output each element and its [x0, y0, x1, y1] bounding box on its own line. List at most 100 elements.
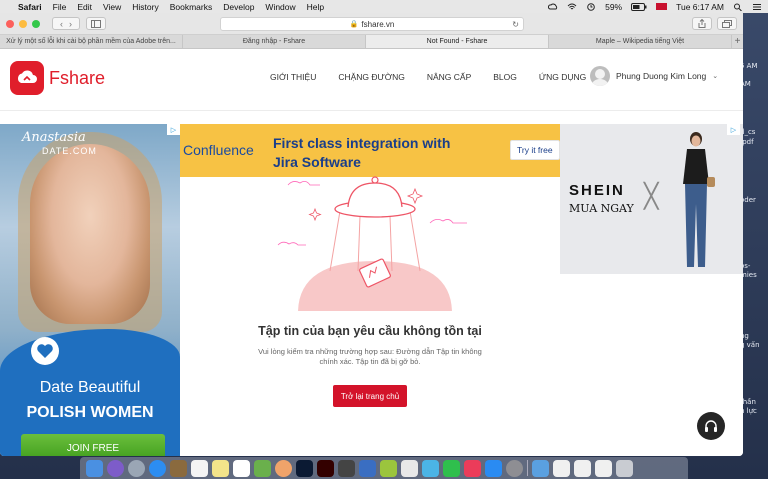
desktop-file-label[interactable]: os- — [740, 262, 766, 270]
premiere-icon[interactable] — [338, 459, 355, 477]
dock — [80, 457, 688, 479]
desktop-file-label[interactable]: d_cs — [740, 128, 766, 136]
menu-clock[interactable]: Tue 6:17 AM — [676, 2, 724, 12]
adchoices-icon[interactable]: ▷ — [727, 124, 740, 135]
back-forward-buttons[interactable]: ‹ › — [52, 17, 80, 30]
calendar-icon[interactable] — [191, 459, 208, 477]
photoshop-icon[interactable] — [296, 459, 313, 477]
back-home-button[interactable]: Trở lại trang chủ — [333, 385, 407, 407]
system-preferences-icon[interactable] — [506, 459, 523, 477]
desktop-file-label[interactable]: thần — [740, 398, 766, 406]
siri-icon[interactable] — [107, 459, 124, 477]
menu-view[interactable]: View — [103, 2, 121, 12]
sidebar-toggle-button[interactable] — [86, 17, 106, 30]
nav-blog[interactable]: BLOG — [493, 72, 517, 82]
app-store-icon[interactable] — [485, 459, 502, 477]
new-tab-icon[interactable]: + — [732, 35, 743, 48]
tab-bar: Xử lý một số lỗi khi cài bộ phần mềm của… — [0, 35, 743, 49]
join-free-button[interactable]: JOIN FREE — [21, 434, 165, 456]
document-icon[interactable] — [574, 459, 591, 477]
nav-gioi-thieu[interactable]: GIỚI THIỆU — [270, 72, 316, 82]
messages-icon[interactable] — [443, 459, 460, 477]
ad-brand-logo: Anastasia — [22, 130, 86, 145]
final-cut-icon[interactable] — [359, 459, 376, 477]
page-content: Anastasia DATE.COM Date Beautiful POLISH… — [0, 111, 743, 456]
desktop-file-label[interactable]: ng — [740, 332, 766, 340]
wifi-icon[interactable] — [567, 3, 577, 11]
telegram-icon[interactable] — [422, 459, 439, 477]
desktop-file-label[interactable]: n lực — [740, 407, 766, 415]
tab-overview-button[interactable] — [717, 17, 737, 30]
launchpad-icon[interactable] — [128, 459, 145, 477]
photos-icon[interactable] — [275, 459, 292, 477]
support-button[interactable] — [697, 412, 725, 440]
notes-icon[interactable] — [212, 459, 229, 477]
minimize-window-button[interactable] — [19, 19, 27, 28]
menu-file[interactable]: File — [53, 2, 67, 12]
timemachine-icon[interactable] — [586, 2, 596, 11]
menu-bookmarks[interactable]: Bookmarks — [170, 2, 213, 12]
menu-history[interactable]: History — [132, 2, 158, 12]
adchoices-icon[interactable]: ▷ — [167, 124, 180, 135]
address-bar[interactable]: 🔒 fshare.vn ↻ — [220, 17, 524, 31]
menu-edit[interactable]: Edit — [77, 2, 92, 12]
maps-icon[interactable] — [254, 459, 271, 477]
forward-icon[interactable]: › — [69, 19, 72, 29]
menu-help[interactable]: Help — [307, 2, 324, 12]
chevron-down-icon[interactable]: ⌄ — [712, 72, 718, 80]
document-icon[interactable] — [553, 459, 570, 477]
try-free-button[interactable]: Try it free — [510, 140, 560, 160]
keynote-icon[interactable] — [380, 459, 397, 477]
spotlight-icon[interactable] — [733, 3, 743, 11]
avatar[interactable] — [590, 66, 610, 86]
preview-icon[interactable] — [401, 459, 418, 477]
ad-brand-logo: DATE.COM — [42, 146, 97, 156]
finder-icon[interactable] — [86, 459, 103, 477]
desktop-file-label[interactable]: 5 AM — [740, 62, 766, 70]
browser-tab[interactable]: Đăng nhập - Fshare — [183, 35, 366, 48]
back-icon[interactable]: ‹ — [60, 19, 63, 29]
confluence-ad[interactable]: Confluence First class integration with … — [180, 124, 560, 177]
heart-icon — [31, 337, 59, 365]
confluence-brand: Confluence — [183, 142, 254, 158]
shein-ad[interactable]: SHEIN MUA NGAY ╳ ▷ — [560, 124, 743, 274]
nav-nang-cap[interactable]: NÂNG CẤP — [427, 72, 471, 82]
creative-cloud-icon[interactable] — [548, 3, 558, 11]
safari-icon[interactable] — [149, 459, 166, 477]
illustrator-icon[interactable] — [317, 459, 334, 477]
fshare-logo[interactable]: Fshare — [10, 61, 105, 95]
reload-icon[interactable]: ↻ — [512, 20, 519, 29]
not-found-title: Tập tin của bạn yêu cầu không tồn tại — [258, 324, 482, 338]
menu-app-name[interactable]: Safari — [18, 2, 42, 12]
browser-tab[interactable]: Maple – Wikipedia tiếng Việt — [549, 35, 732, 48]
dating-ad[interactable]: Anastasia DATE.COM Date Beautiful POLISH… — [0, 124, 180, 456]
notification-center-icon[interactable] — [752, 3, 762, 11]
desktop-file-label[interactable]: g vấn — [740, 341, 766, 349]
contacts-icon[interactable] — [170, 459, 187, 477]
ad-headline-bold: POLISH WOMEN — [26, 404, 154, 421]
document-icon[interactable] — [595, 459, 612, 477]
menu-develop[interactable]: Develop — [223, 2, 254, 12]
nav-chang-duong[interactable]: CHẶNG ĐƯỜNG — [338, 72, 405, 82]
user-menu[interactable]: Phung Duong Kim Long ⌄ — [590, 66, 718, 86]
close-window-button[interactable] — [6, 19, 14, 28]
trash-icon[interactable] — [616, 459, 633, 477]
reminders-icon[interactable] — [233, 459, 250, 477]
input-source-flag-icon[interactable] — [656, 3, 668, 10]
user-name[interactable]: Phung Duong Kim Long — [616, 71, 706, 81]
nav-ung-dung[interactable]: ỨNG DỤNG — [539, 72, 586, 82]
desktop-file-label[interactable]: AM — [740, 80, 766, 88]
browser-tab-active[interactable]: Not Found - Fshare — [366, 35, 549, 48]
address-text[interactable]: fshare.vn — [361, 20, 394, 29]
browser-tab[interactable]: Xử lý một số lỗi khi cài bộ phần mềm của… — [0, 35, 183, 48]
downloads-folder-icon[interactable] — [532, 459, 549, 477]
zoom-window-button[interactable] — [32, 19, 40, 28]
desktop-file-label[interactable]: .pdf — [740, 138, 766, 146]
menu-window[interactable]: Window — [265, 2, 295, 12]
music-icon[interactable] — [464, 459, 481, 477]
desktop-file-label[interactable]: oder — [740, 196, 766, 204]
share-icon — [698, 19, 706, 28]
desktop-file-label[interactable]: mies — [740, 271, 766, 279]
battery-icon[interactable] — [631, 2, 647, 11]
share-button[interactable] — [692, 17, 712, 30]
